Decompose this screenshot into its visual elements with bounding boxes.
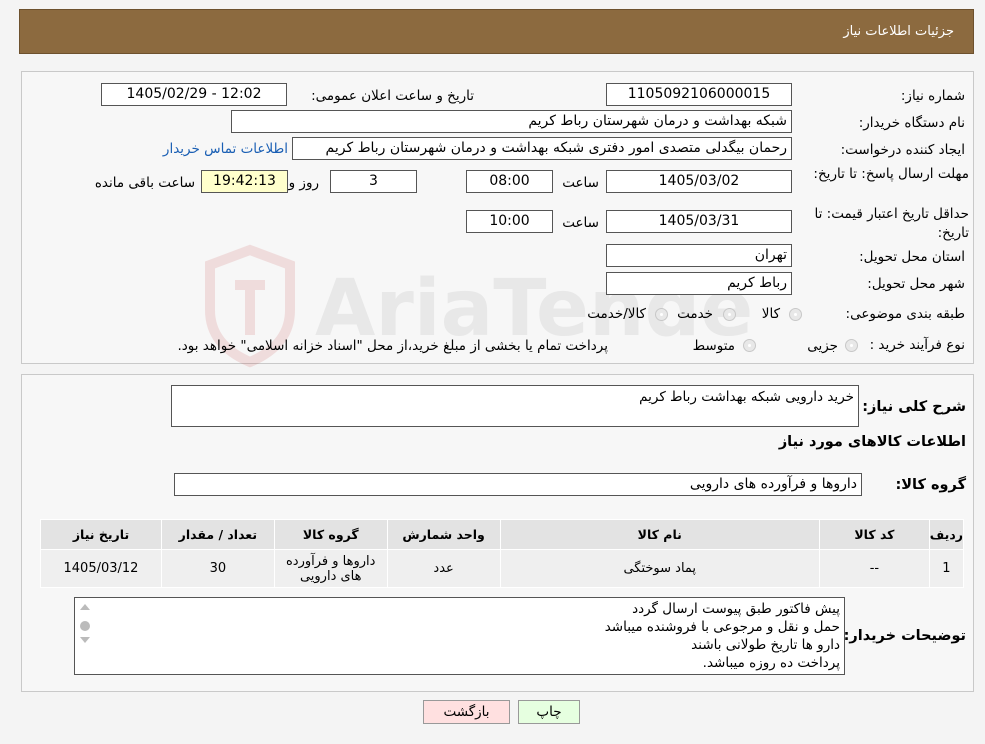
goods-info-title: اطلاعات کالاهای مورد نیاز [778, 434, 966, 450]
process-note: پرداخت تمام یا بخشی از مبلغ خرید،از محل … [177, 338, 608, 354]
buyer-contact-link[interactable]: اطلاعات تماس خریدار [163, 141, 288, 157]
category-label: طبقه بندی موضوعی: [845, 306, 965, 322]
days-label: روز و [288, 175, 319, 191]
category-option-goods: کالا [761, 306, 780, 322]
cell-code: -- [818, 549, 930, 588]
summary-text: خرید دارویی شبکه بهداشت رباط کریم [639, 389, 854, 405]
summary-label: شرح کلی نیاز: [862, 399, 966, 415]
process-label: نوع فرآیند خرید : [869, 337, 965, 353]
page-title: جزئیات اطلاعات نیاز [843, 24, 954, 39]
cell-unit: عدد [386, 549, 501, 588]
deadline-time-label: ساعت [562, 175, 599, 191]
buyer-notes-line: حمل و نقل و مرجوعی با فروشنده میباشد [604, 619, 840, 635]
category-radio-service[interactable] [723, 308, 736, 321]
process-option-medium: متوسط [692, 338, 735, 354]
creator-field: رحمان بیگدلی متصدی امور دفتری شبکه بهداش… [292, 137, 792, 160]
category-radio-goods-service[interactable] [655, 308, 668, 321]
validity-label: حداقل تاریخ اعتبار قیمت: تا تاریخ: [814, 206, 969, 241]
validity-time-label: ساعت [562, 215, 599, 231]
cell-group: داروها و فرآورده های دارویی [273, 549, 388, 588]
deadline-time-field: 08:00 [466, 170, 553, 193]
category-option-goods-service: کالا/خدمت [587, 306, 646, 322]
validity-date-field: 1405/03/31 [606, 210, 792, 233]
process-radio-minor[interactable] [845, 339, 858, 352]
need-number-label: شماره نیاز: [900, 88, 965, 104]
buyer-notes-label: توضیحات خریدار: [843, 628, 966, 644]
city-field: رباط کریم [606, 272, 792, 295]
cell-need-date: 1405/03/12 [40, 549, 162, 588]
col-group: گروه کالا [273, 519, 388, 550]
city-label: شهر محل تحویل: [867, 276, 965, 292]
validity-time-field: 10:00 [466, 210, 553, 233]
days-field: 3 [330, 170, 417, 193]
col-name: نام کالا [499, 519, 820, 550]
remaining-time-label: ساعت باقی مانده [94, 175, 195, 191]
scrollbar-icons [80, 604, 90, 643]
col-quantity: تعداد / مقدار [160, 519, 275, 550]
col-need-date: تاریخ نیاز [40, 519, 162, 550]
remaining-time-field: 19:42:13 [201, 170, 288, 193]
goods-table: ردیف کد کالا نام کالا واحد شمارش گروه کا… [40, 519, 965, 588]
category-radio-goods[interactable] [789, 308, 802, 321]
province-field: تهران [606, 244, 792, 267]
deadline-label: مهلت ارسال پاسخ: تا تاریخ: [813, 166, 969, 182]
buyer-notes-field[interactable]: پیش فاکتور طبق پیوست ارسال گردد حمل و نق… [74, 597, 845, 675]
summary-field: خرید دارویی شبکه بهداشت رباط کریم [171, 385, 859, 427]
col-row: ردیف [928, 519, 965, 550]
cell-quantity: 30 [160, 549, 275, 588]
notes-scrollbar[interactable] [76, 599, 94, 673]
creator-label: ایجاد کننده درخواست: [840, 142, 965, 158]
buyer-name-field: شبکه بهداشت و درمان شهرستان رباط کریم [231, 110, 792, 133]
buyer-notes-line: پیش فاکتور طبق پیوست ارسال گردد [632, 601, 840, 617]
goods-group-label: گروه کالا: [895, 477, 966, 493]
goods-table-header-row: ردیف کد کالا نام کالا واحد شمارش گروه کا… [40, 519, 965, 550]
need-number-field: 1105092106000015 [606, 83, 792, 106]
buyer-notes-line: دارو ها تاریخ طولانی باشند [691, 637, 840, 653]
col-unit: واحد شمارش [386, 519, 501, 550]
page-header: جزئیات اطلاعات نیاز [19, 9, 974, 54]
announce-date-field: 1405/02/29 - 12:02 [101, 83, 287, 106]
province-label: استان محل تحویل: [859, 249, 965, 265]
col-code: کد کالا [818, 519, 930, 550]
print-button[interactable]: چاپ [518, 700, 580, 724]
cell-row: 1 [928, 549, 965, 588]
process-option-minor: جزیی [807, 338, 838, 354]
category-option-service: خدمت [677, 306, 713, 322]
process-radio-medium[interactable] [743, 339, 756, 352]
buyer-name-label: نام دستگاه خریدار: [858, 115, 965, 131]
cell-name: پماد سوختگی [499, 549, 820, 588]
buyer-notes-line: پرداخت ده روزه میباشد. [702, 655, 840, 671]
table-row: 1 -- پماد سوختگی عدد داروها و فرآورده ها… [40, 549, 965, 588]
goods-group-field: داروها و فرآورده های دارویی [174, 473, 862, 496]
announce-date-label: تاریخ و ساعت اعلان عمومی: [311, 88, 474, 104]
deadline-date-field: 1405/03/02 [606, 170, 792, 193]
back-button[interactable]: بازگشت [423, 700, 510, 724]
